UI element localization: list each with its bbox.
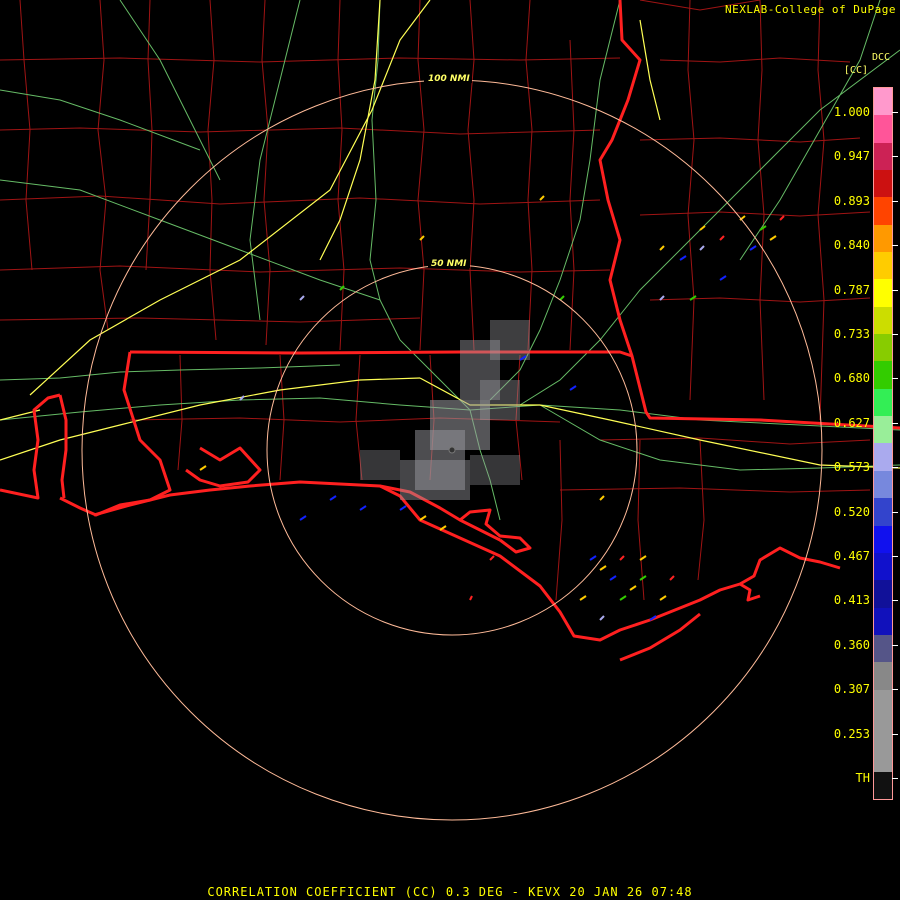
credit-label: NEXLAB-College of DuPage <box>725 3 896 16</box>
colorbar-tick <box>892 422 898 424</box>
colorbar-label: 0.467 <box>833 549 870 563</box>
range-ring-100-label: 100 NMI <box>428 74 470 84</box>
colorbar-tick <box>892 289 898 291</box>
colorbar-label: 0.893 <box>833 193 870 208</box>
colorbar-label: 0.307 <box>833 682 870 697</box>
colorbar-tick <box>892 378 898 380</box>
colorbar-segment <box>874 607 892 635</box>
range-ring-50-label: 50 NMI <box>431 259 467 269</box>
product-code: DCC <box>871 52 890 63</box>
radar-site-marker <box>448 446 456 454</box>
colorbar-label: 1.000 <box>833 105 870 119</box>
colorbar-segment <box>874 525 892 553</box>
colorbar-label: 0.413 <box>833 593 870 608</box>
colorbar-segment <box>874 689 892 717</box>
colorbar-label: 0.733 <box>833 327 870 341</box>
colorbar-segment <box>874 142 892 171</box>
colorbar-label: 0.787 <box>833 282 870 297</box>
colorbar-tick <box>892 600 898 602</box>
colorbar-segment <box>874 88 892 116</box>
colorbar-segment <box>874 388 892 417</box>
colorbar-tick <box>892 644 898 646</box>
colorbar-segment <box>874 771 892 799</box>
colorbar-segment <box>874 662 892 690</box>
colorbar-segment <box>874 279 892 307</box>
colorbar-segment <box>874 306 892 335</box>
colorbar-segment <box>874 170 892 198</box>
colorbar-label: 0.520 <box>833 504 870 519</box>
colorbar-segment <box>874 580 892 608</box>
colorbar-segment <box>874 470 892 499</box>
radar-map: 100 NMI 50 NMI <box>0 0 900 900</box>
colorbar-label: 0.947 <box>833 149 870 164</box>
colorbar-label: TH <box>855 771 870 785</box>
colorbar-tick <box>892 556 898 557</box>
colorbar-tick <box>892 112 898 113</box>
colorbar-label: 0.627 <box>833 415 870 430</box>
colorbar-segment <box>874 498 892 526</box>
colorbar-segment <box>874 744 892 772</box>
colorbar-label: 0.253 <box>833 726 870 741</box>
colorbar-units: [CC] <box>843 65 868 76</box>
colorbar-segment <box>874 115 892 143</box>
product-title: CORRELATION COEFFICIENT (CC) 0.3 DEG - K… <box>207 885 693 899</box>
colorbar-tick <box>892 334 898 335</box>
colorbar-tick <box>892 156 898 158</box>
colorbar-segment <box>874 443 892 471</box>
colorbar-tick <box>892 245 898 247</box>
colorbar-label: 0.360 <box>833 637 870 652</box>
colorbar-tick <box>892 511 898 513</box>
colorbar-segment <box>874 334 892 362</box>
colorbar-segment <box>874 197 892 225</box>
colorbar-tick <box>892 778 898 779</box>
colorbar-tick <box>892 467 898 469</box>
colorbar-segment <box>874 252 892 280</box>
colorbar <box>873 87 893 800</box>
colorbar-tick <box>892 689 898 691</box>
colorbar-label: 0.680 <box>833 371 870 386</box>
colorbar-label: 0.573 <box>833 460 870 475</box>
colorbar-segment <box>874 416 892 444</box>
colorbar-segment <box>874 716 892 745</box>
colorbar-label: 0.840 <box>833 238 870 253</box>
colorbar-tick <box>892 200 898 202</box>
colorbar-segment <box>874 552 892 581</box>
colorbar-segment <box>874 634 892 663</box>
colorbar-segment <box>874 224 892 253</box>
colorbar-tick <box>892 733 898 735</box>
colorbar-segment <box>874 361 892 389</box>
